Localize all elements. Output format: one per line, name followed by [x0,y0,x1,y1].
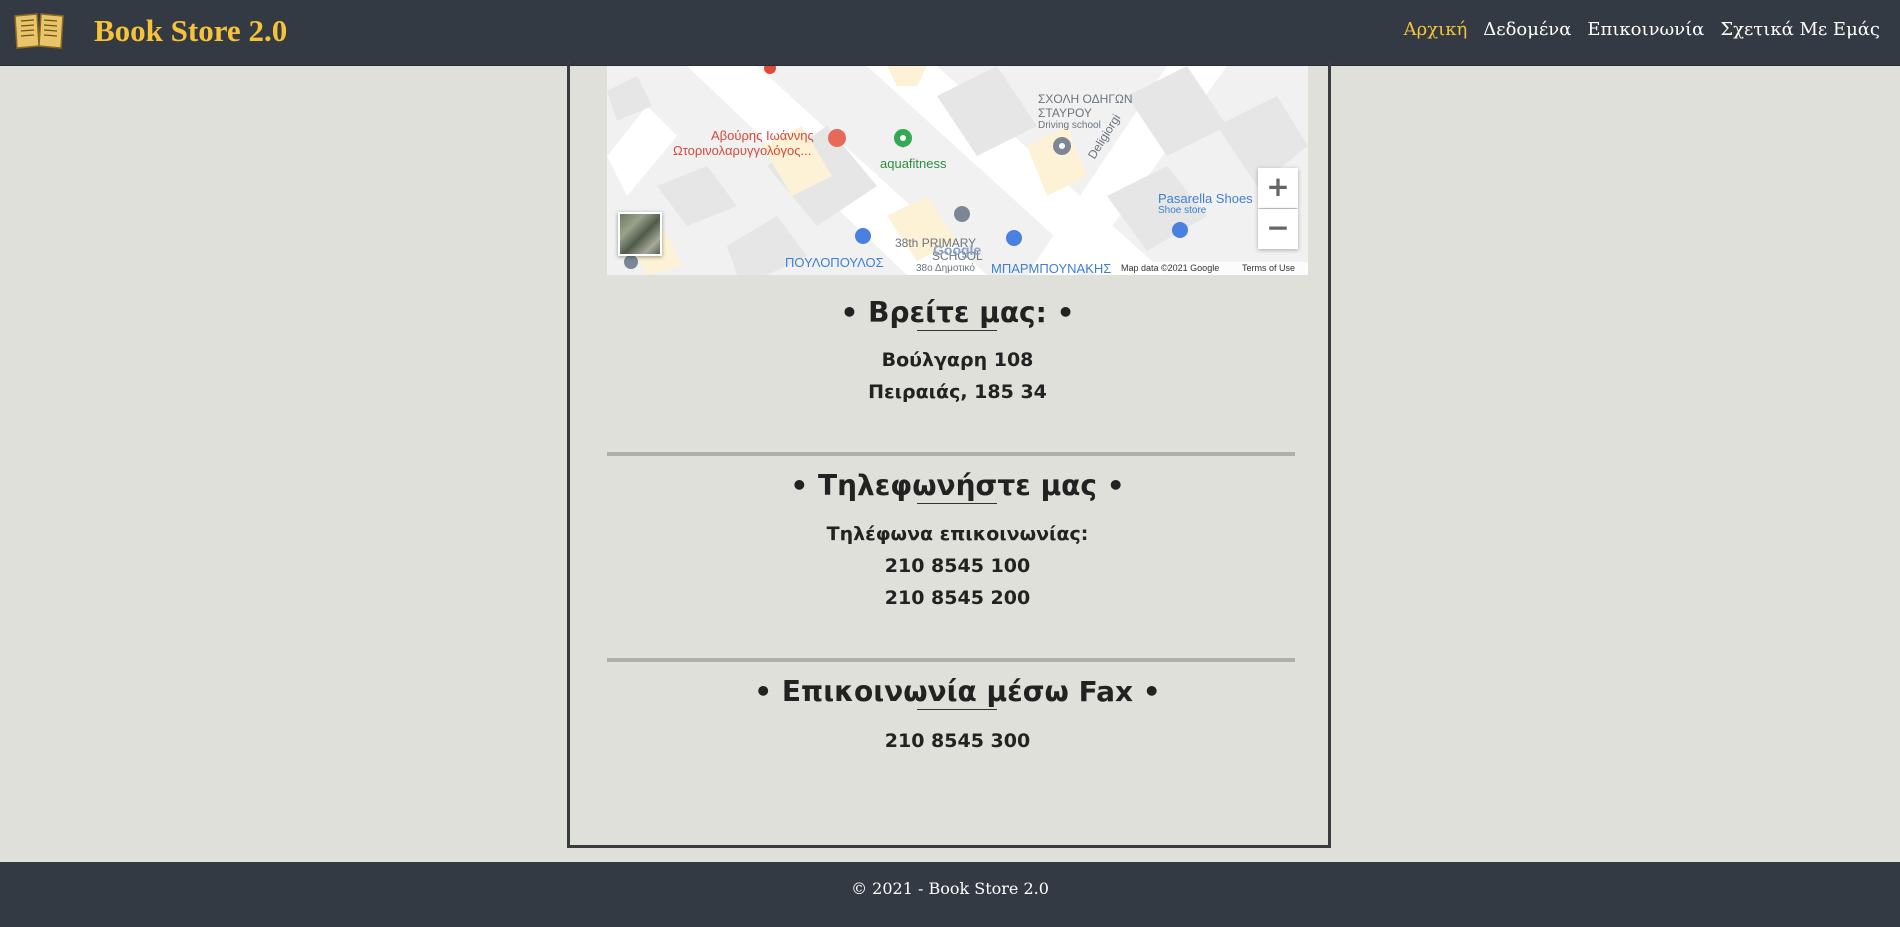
navbar: Book Store 2.0 Αρχική Δεδομένα Επικοινων… [0,0,1900,66]
nav-about[interactable]: Σχετικά Με Εμάς [1720,19,1880,40]
call-us-section: • Τηλεφωνήστε μας • [607,469,1308,504]
map-label-poi3b: ΣΤΑΥΡΟΥ [1038,106,1092,120]
map-label-poi5c: 38ο Δημοτικό [916,263,975,274]
fax-block: 210 8545 300 [607,725,1308,757]
open-book-icon[interactable] [13,10,65,50]
footer: © 2021 - Book Store 2.0 [0,862,1900,927]
map-label-poi2: aquafitness [880,156,947,171]
nav-data[interactable]: Δεδομένα [1483,19,1571,40]
phones-label: Τηλέφωνα επικοινωνίας: [826,523,1089,545]
map-label-poi3: ΣΧΟΛΗ ΟΔΗΓΩΝ [1038,92,1133,106]
map-label-poi6: ΠΟΥΛΟΠΟΥΛΟΣ [785,255,884,270]
nav-contact[interactable]: Επικοινωνία [1587,19,1704,40]
map-label-poi3c: Driving school [1038,120,1101,131]
map-label-poi4: Pasarella Shoes [1158,191,1253,206]
brand-title[interactable]: Book Store 2.0 [94,13,287,49]
main-nav: Αρχική Δεδομένα Επικοινωνία Σχετικά Με Ε… [1404,19,1880,40]
section-divider [607,452,1295,456]
address-block: Βούλγαρη 108 Πειραιάς, 185 34 [607,344,1308,408]
phone-number-1: 210 8545 100 [884,555,1031,577]
map-data-attribution: Map data ©2021 Google [1121,263,1220,273]
satellite-view-toggle[interactable] [618,212,662,256]
map-label-poi1: Αβούρης Ιωάννης [711,128,814,143]
call-us-title: • Τηλεφωνήστε μας • [790,469,1125,504]
footer-copyright: © 2021 - Book Store 2.0 [851,879,1049,898]
map-label-poi1b: Ωτορινολαρυγγολόγος... [673,143,812,158]
fax-number: 210 8545 300 [884,730,1031,752]
google-logo: Google [933,242,982,258]
map-terms-link[interactable]: Terms of Use [1242,263,1295,273]
phone-number-2: 210 8545 200 [884,587,1031,609]
map-label-poi7: ΜΠΑΡΜΠΟΥΝΑΚΗΣ [991,261,1112,275]
zoom-out-button[interactable]: − [1258,209,1298,249]
google-map[interactable]: Αβούρης Ιωάννης Ωτορινολαρυγγολόγος... a… [607,66,1308,275]
fax-title: • Επικοινωνία μέσω Fax • [754,675,1161,710]
address-city: Πειραιάς, 185 34 [868,381,1047,403]
nav-home[interactable]: Αρχική [1404,19,1468,40]
section-divider [607,658,1295,662]
address-street: Βούλγαρη 108 [881,349,1034,371]
phone-block: Τηλέφωνα επικοινωνίας: 210 8545 100 210 … [607,518,1308,614]
map-label-poi4b: Shoe store [1158,205,1207,216]
find-us-section: • Βρείτε μας: • [607,296,1308,331]
find-us-title: • Βρείτε μας: • [840,296,1075,331]
fax-section: • Επικοινωνία μέσω Fax • [607,675,1308,710]
zoom-in-button[interactable]: + [1258,168,1298,208]
